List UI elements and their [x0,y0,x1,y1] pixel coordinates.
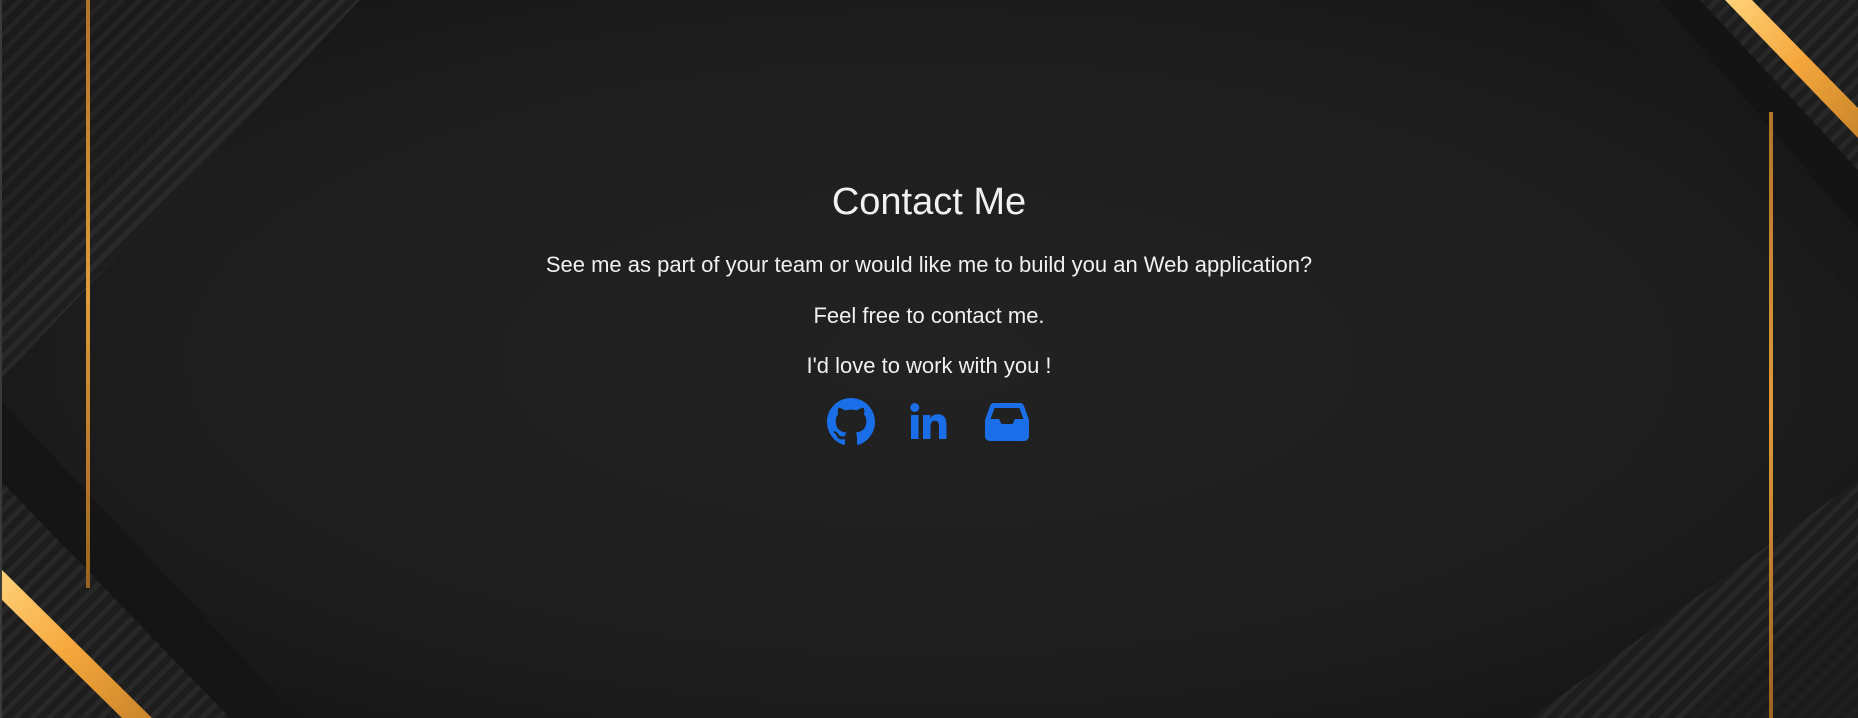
linkedin-icon [910,403,947,439]
github-link[interactable] [827,398,875,446]
linkedin-link[interactable] [905,398,953,446]
contact-invite-text: Feel free to contact me. [813,303,1045,328]
contact-section: Contact Me See me as part of your team o… [0,0,1858,718]
contact-closing-text: I'd love to work with you ! [806,353,1052,378]
social-links [0,398,1858,446]
email-link[interactable] [983,398,1031,446]
contact-title: Contact Me [831,181,1027,223]
contact-intro-text: See me as part of your team or would lik… [545,252,1313,277]
inbox-icon [985,403,1029,441]
github-icon [827,398,875,445]
